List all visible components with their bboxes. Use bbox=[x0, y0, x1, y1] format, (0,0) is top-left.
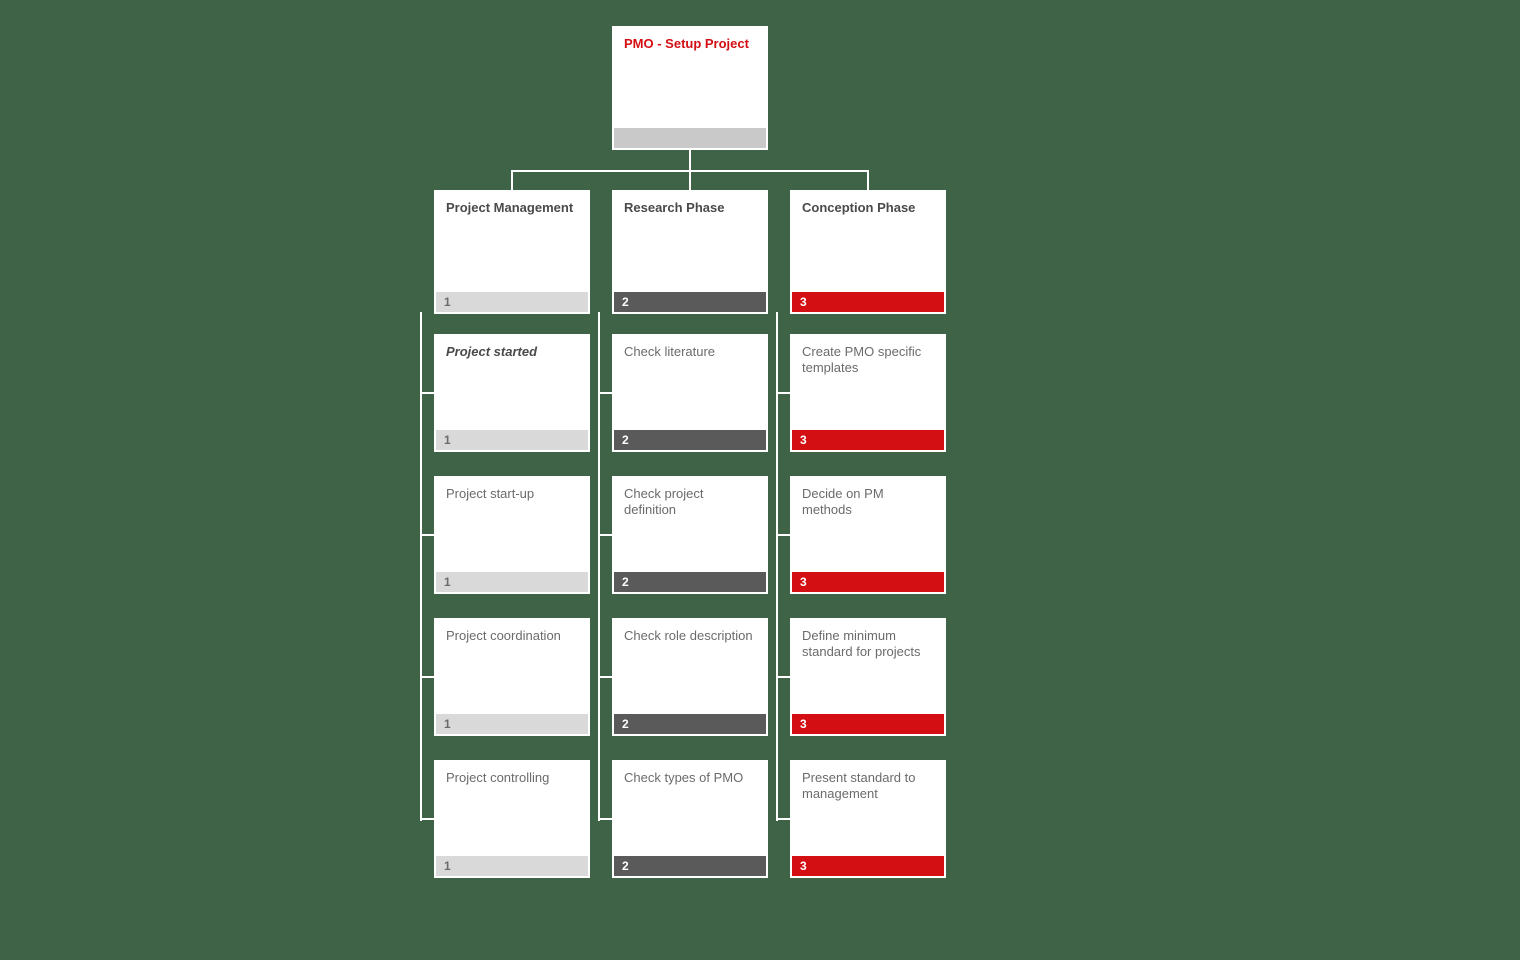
node-title: Project controlling bbox=[436, 762, 588, 786]
node-title: Define minimum standard for projects bbox=[792, 620, 944, 661]
connector-line bbox=[598, 818, 612, 820]
node-title: Project coordination bbox=[436, 620, 588, 644]
node-number: 1 bbox=[444, 859, 451, 873]
root-node[interactable]: PMO - Setup Project bbox=[612, 26, 768, 150]
wbs-node[interactable]: Project coordination 1 bbox=[434, 618, 590, 736]
node-number: 3 bbox=[800, 433, 807, 447]
node-title: Project started bbox=[436, 336, 588, 360]
node-number: 1 bbox=[444, 295, 451, 309]
wbs-node[interactable]: Present standard to management 3 bbox=[790, 760, 946, 878]
node-footer: 2 bbox=[614, 856, 766, 876]
node-footer: 2 bbox=[614, 572, 766, 592]
wbs-node[interactable]: Check role description 2 bbox=[612, 618, 768, 736]
wbs-node[interactable]: Check project definition 2 bbox=[612, 476, 768, 594]
node-number: 1 bbox=[444, 575, 451, 589]
node-title: Check literature bbox=[614, 336, 766, 360]
node-footer: 2 bbox=[614, 292, 766, 312]
connector-line bbox=[420, 312, 422, 821]
connector-line bbox=[776, 818, 790, 820]
wbs-node[interactable]: Check types of PMO 2 bbox=[612, 760, 768, 878]
connector-line bbox=[420, 534, 434, 536]
connector-line bbox=[598, 312, 600, 821]
node-footer: 3 bbox=[792, 430, 944, 450]
connector-line bbox=[511, 170, 513, 190]
node-footer: 3 bbox=[792, 714, 944, 734]
node-number: 2 bbox=[622, 859, 629, 873]
wbs-node[interactable]: Check literature 2 bbox=[612, 334, 768, 452]
node-title: Project start-up bbox=[436, 478, 588, 502]
node-title: Research Phase bbox=[614, 192, 766, 216]
wbs-node[interactable]: Decide on PM methods 3 bbox=[790, 476, 946, 594]
node-footer: 3 bbox=[792, 572, 944, 592]
wbs-node[interactable]: Project start-up 1 bbox=[434, 476, 590, 594]
node-footer bbox=[614, 128, 766, 148]
connector-line bbox=[420, 818, 434, 820]
node-title: Project Management bbox=[436, 192, 588, 216]
wbs-node[interactable]: Define minimum standard for projects 3 bbox=[790, 618, 946, 736]
node-title: Conception Phase bbox=[792, 192, 944, 216]
wbs-node[interactable]: Project started 1 bbox=[434, 334, 590, 452]
node-number: 2 bbox=[622, 575, 629, 589]
node-footer: 3 bbox=[792, 292, 944, 312]
connector-line bbox=[867, 170, 869, 190]
column-header[interactable]: Research Phase 2 bbox=[612, 190, 768, 314]
node-number: 2 bbox=[622, 717, 629, 731]
node-footer: 1 bbox=[436, 856, 588, 876]
connector-line bbox=[776, 312, 778, 821]
connector-line bbox=[689, 170, 691, 190]
node-number: 2 bbox=[622, 295, 629, 309]
node-title: Check types of PMO bbox=[614, 762, 766, 786]
connector-line bbox=[598, 534, 612, 536]
wbs-node[interactable]: Create PMO specific templates 3 bbox=[790, 334, 946, 452]
node-number: 3 bbox=[800, 859, 807, 873]
node-title: PMO - Setup Project bbox=[614, 28, 766, 52]
node-footer: 2 bbox=[614, 714, 766, 734]
node-footer: 1 bbox=[436, 572, 588, 592]
node-title: Decide on PM methods bbox=[792, 478, 944, 519]
column-header[interactable]: Project Management 1 bbox=[434, 190, 590, 314]
node-title: Check role description bbox=[614, 620, 766, 644]
connector-line bbox=[689, 150, 691, 170]
node-footer: 3 bbox=[792, 856, 944, 876]
node-title: Create PMO specific templates bbox=[792, 336, 944, 377]
node-footer: 1 bbox=[436, 292, 588, 312]
connector-line bbox=[776, 676, 790, 678]
node-title: Check project definition bbox=[614, 478, 766, 519]
connector-line bbox=[776, 534, 790, 536]
column-header[interactable]: Conception Phase 3 bbox=[790, 190, 946, 314]
node-footer: 1 bbox=[436, 714, 588, 734]
connector-line bbox=[420, 392, 434, 394]
node-number: 1 bbox=[444, 433, 451, 447]
node-title: Present standard to management bbox=[792, 762, 944, 803]
node-footer: 2 bbox=[614, 430, 766, 450]
node-number: 1 bbox=[444, 717, 451, 731]
node-footer: 1 bbox=[436, 430, 588, 450]
node-number: 3 bbox=[800, 717, 807, 731]
connector-line bbox=[598, 392, 612, 394]
wbs-node[interactable]: Project controlling 1 bbox=[434, 760, 590, 878]
node-number: 3 bbox=[800, 295, 807, 309]
node-number: 2 bbox=[622, 433, 629, 447]
connector-line bbox=[420, 676, 434, 678]
node-number: 3 bbox=[800, 575, 807, 589]
connector-line bbox=[598, 676, 612, 678]
connector-line bbox=[776, 392, 790, 394]
